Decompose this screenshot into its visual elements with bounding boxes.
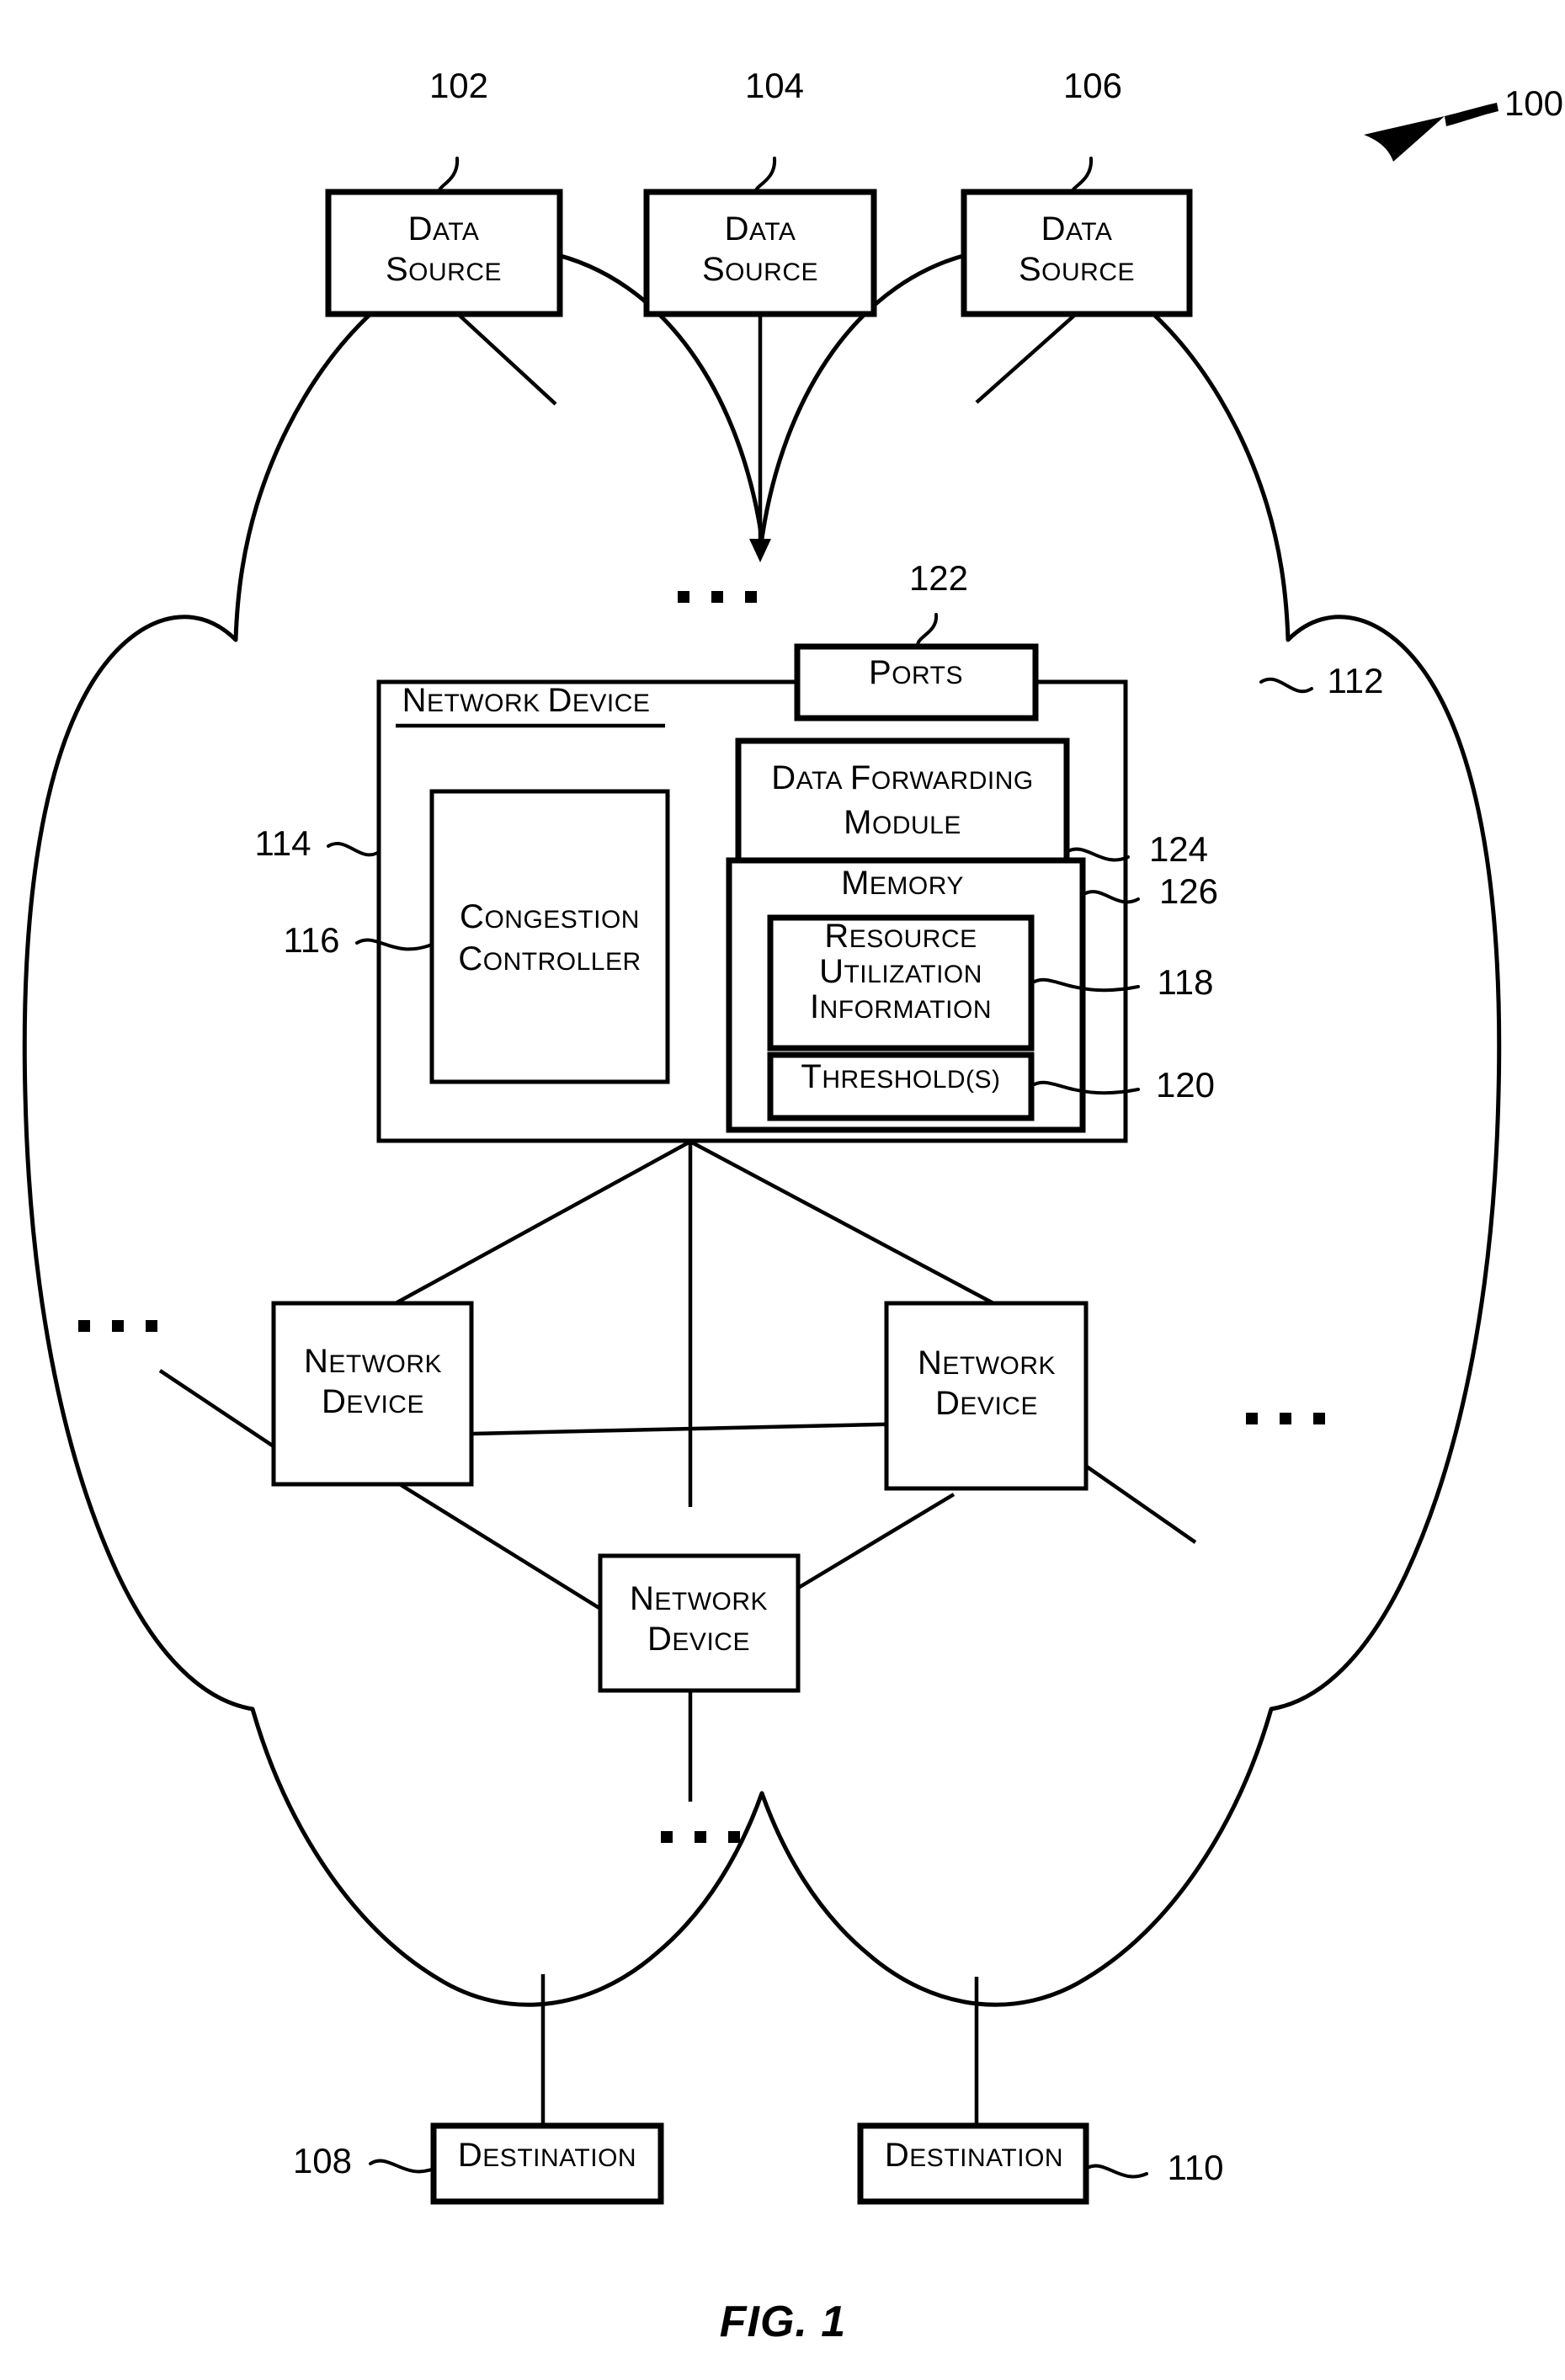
peer-network-device-bottom: NETWORK DEVICE [598,1553,801,1693]
destination-box-110: DESTINATION [857,2122,1089,2205]
ref-number-116: 116 [284,920,340,960]
data-source-box-104: DATA SOURCE [643,189,877,317]
ref-number-104: 104 [745,66,804,105]
ref-number-106: 106 [1063,66,1122,105]
ref-number-100: 100 [1504,83,1563,123]
ref-number-110: 110 [1168,2148,1224,2187]
ref-number-124: 124 [1149,829,1208,869]
peer-network-device-left: NETWORK DEVICE [271,1301,474,1487]
congestion-controller-box: CONGESTION CONTROLLER [429,789,670,1084]
ref-leader-110: 110 [1084,2148,1224,2187]
figure-canvas: DATA SOURCE DATA SOURCE DATA SOURCE 102 … [22,66,1563,2346]
network-device-main: NETWORK DEVICE CONGESTION CONTROLLER DAT… [376,679,1128,1143]
ports-box: PORTS [794,643,1039,721]
peer-network-device-right: NETWORK DEVICE [884,1301,1089,1491]
ref-number-114: 114 [255,823,311,863]
resource-utilization-information-box: RESOURCE UTILIZATION INFORMATION [767,914,1035,1052]
ref-number-102: 102 [429,66,488,105]
ref-number-120: 120 [1156,1065,1215,1105]
data-source-box-106: DATA SOURCE [961,189,1193,317]
patent-figure: DATA SOURCE DATA SOURCE DATA SOURCE 102 … [0,0,1565,2380]
figure-caption: FIG. 1 [720,2297,846,2346]
memory-box: MEMORY RESOURCE UTILIZATION INFORMATION [726,857,1086,1133]
destination-connections [540,1974,979,2126]
ref-number-118: 118 [1158,962,1214,1002]
ref-number-112: 112 [1328,661,1384,700]
ref-leader-104: 104 [745,66,804,194]
ref-number-122: 122 [909,558,968,598]
ref-leader-108: 108 [293,2141,435,2180]
system-ref-arrow-100: 100 [1364,83,1563,162]
ref-leader-102: 102 [429,66,488,194]
destination-box-108: DESTINATION [430,2122,664,2205]
ref-number-126: 126 [1159,871,1218,911]
thresholds-box: THRESHOLD(S) [767,1052,1035,1121]
ref-number-108: 108 [293,2141,352,2180]
data-source-box-102: DATA SOURCE [325,189,563,317]
ref-leader-106: 106 [1063,66,1122,194]
